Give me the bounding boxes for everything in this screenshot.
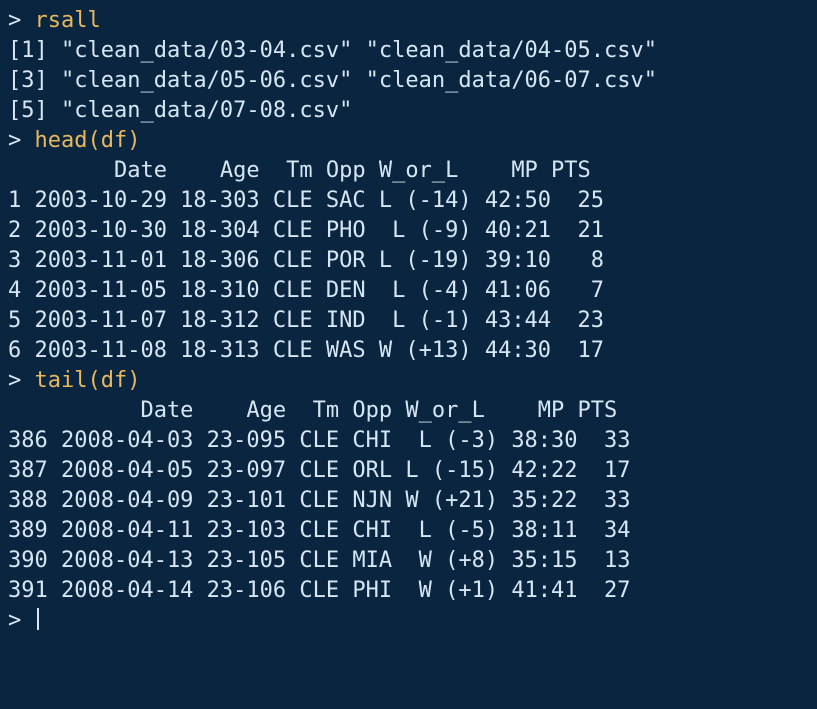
output-line: [5] "clean_data/07-08.csv" (8, 98, 352, 123)
prompt-symbol: > (8, 8, 21, 33)
output-line: Date Age Tm Opp W_or_L MP PTS (8, 398, 617, 423)
command-text: tail(df) (35, 368, 141, 393)
output-line: 387 2008-04-05 23-097 CLE ORL L (-15) 42… (8, 458, 631, 483)
command-text: rsall (35, 8, 101, 33)
input-cursor[interactable] (37, 608, 39, 630)
prompt-symbol: > (8, 128, 21, 153)
output-line: 389 2008-04-11 23-103 CLE CHI L (-5) 38:… (8, 518, 631, 543)
r-console-terminal[interactable]: > rsall [1] "clean_data/03-04.csv" "clea… (0, 0, 817, 642)
prompt-symbol: > (8, 608, 21, 633)
output-line: 5 2003-11-07 18-312 CLE IND L (-1) 43:44… (8, 308, 604, 333)
output-line: 1 2003-10-29 18-303 CLE SAC L (-14) 42:5… (8, 188, 604, 213)
output-line: [3] "clean_data/05-06.csv" "clean_data/0… (8, 68, 657, 93)
output-line: 4 2003-11-05 18-310 CLE DEN L (-4) 41:06… (8, 278, 604, 303)
output-line: 3 2003-11-01 18-306 CLE POR L (-19) 39:1… (8, 248, 604, 273)
output-line: 2 2003-10-30 18-304 CLE PHO L (-9) 40:21… (8, 218, 604, 243)
output-line: 388 2008-04-09 23-101 CLE NJN W (+21) 35… (8, 488, 631, 513)
command-text: head(df) (35, 128, 141, 153)
prompt-symbol: > (8, 368, 21, 393)
output-line: 386 2008-04-03 23-095 CLE CHI L (-3) 38:… (8, 428, 631, 453)
output-line: 390 2008-04-13 23-105 CLE MIA W (+8) 35:… (8, 548, 631, 573)
output-line: [1] "clean_data/03-04.csv" "clean_data/0… (8, 38, 657, 63)
output-line: 391 2008-04-14 23-106 CLE PHI W (+1) 41:… (8, 578, 631, 603)
output-line: Date Age Tm Opp W_or_L MP PTS (8, 158, 591, 183)
output-line: 6 2003-11-08 18-313 CLE WAS W (+13) 44:3… (8, 338, 604, 363)
